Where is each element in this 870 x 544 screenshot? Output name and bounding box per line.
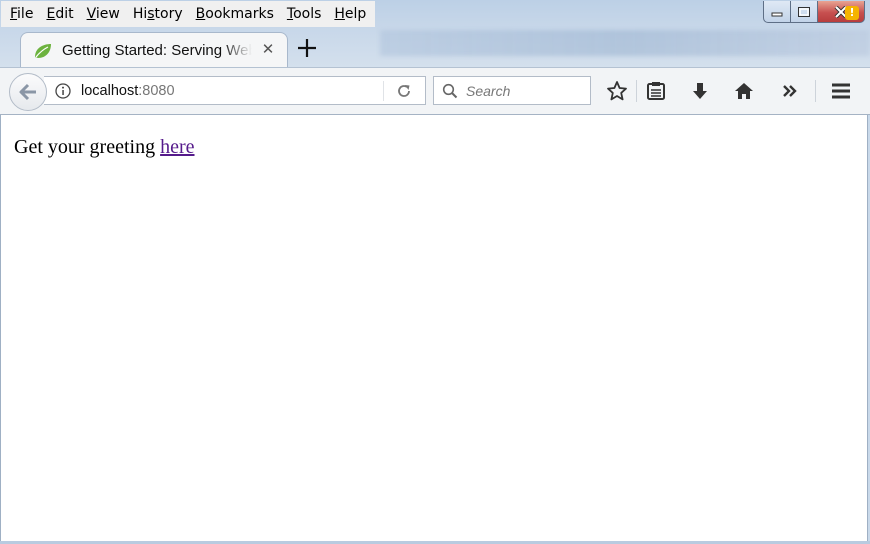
toolbar-separator <box>636 80 637 102</box>
minimize-icon <box>771 12 783 16</box>
toolbar-separator <box>815 80 816 102</box>
menu-help[interactable]: Help <box>334 6 366 22</box>
bookmarks-menu-icon[interactable] <box>645 80 667 102</box>
tab-close-icon[interactable]: ✕ <box>259 39 277 61</box>
tab-active[interactable]: Getting Started: Serving Web Content ✕ <box>20 32 288 68</box>
menu-view[interactable]: View <box>87 6 120 22</box>
overflow-chevron-icon[interactable] <box>779 80 801 102</box>
info-icon[interactable] <box>55 83 71 99</box>
menu-bookmarks[interactable]: Bookmarks <box>196 6 274 22</box>
new-tab-icon[interactable] <box>295 36 319 60</box>
navigation-toolbar: localhost:8080 Search <box>0 67 870 115</box>
bookmark-star-icon[interactable] <box>606 80 628 102</box>
url-divider <box>383 81 384 101</box>
search-box[interactable]: Search <box>433 76 591 105</box>
spring-leaf-icon <box>35 44 51 58</box>
maximize-button[interactable] <box>791 1 818 23</box>
download-icon[interactable] <box>689 80 711 102</box>
url-text[interactable]: localhost:8080 <box>81 83 175 99</box>
home-icon[interactable] <box>733 80 755 102</box>
menu-tools[interactable]: Tools <box>287 6 322 22</box>
menu-bar: File Edit View History Bookmarks Tools H… <box>1 1 375 27</box>
tab-title: Getting Started: Serving Web Content <box>62 42 252 59</box>
background-tabs-blur <box>380 30 870 56</box>
back-button[interactable] <box>9 73 47 111</box>
menu-history[interactable]: History <box>133 6 183 22</box>
url-bar[interactable]: localhost:8080 <box>44 76 426 105</box>
menu-edit[interactable]: Edit <box>46 6 73 22</box>
greeting-text: Get your greeting here <box>14 136 195 159</box>
page-content: Get your greeting here <box>0 115 868 542</box>
arrow-left-icon <box>19 83 36 101</box>
greeting-label: Get your greeting <box>14 136 161 158</box>
update-badge: ! <box>845 6 859 20</box>
hamburger-menu-icon[interactable] <box>830 80 852 102</box>
greeting-link[interactable]: here <box>160 136 194 158</box>
menu-file[interactable]: File <box>10 6 33 22</box>
minimize-button[interactable] <box>763 1 791 23</box>
reload-icon[interactable] <box>395 82 413 100</box>
maximize-icon <box>798 6 810 17</box>
search-placeholder: Search <box>466 83 511 99</box>
search-icon <box>442 83 458 99</box>
